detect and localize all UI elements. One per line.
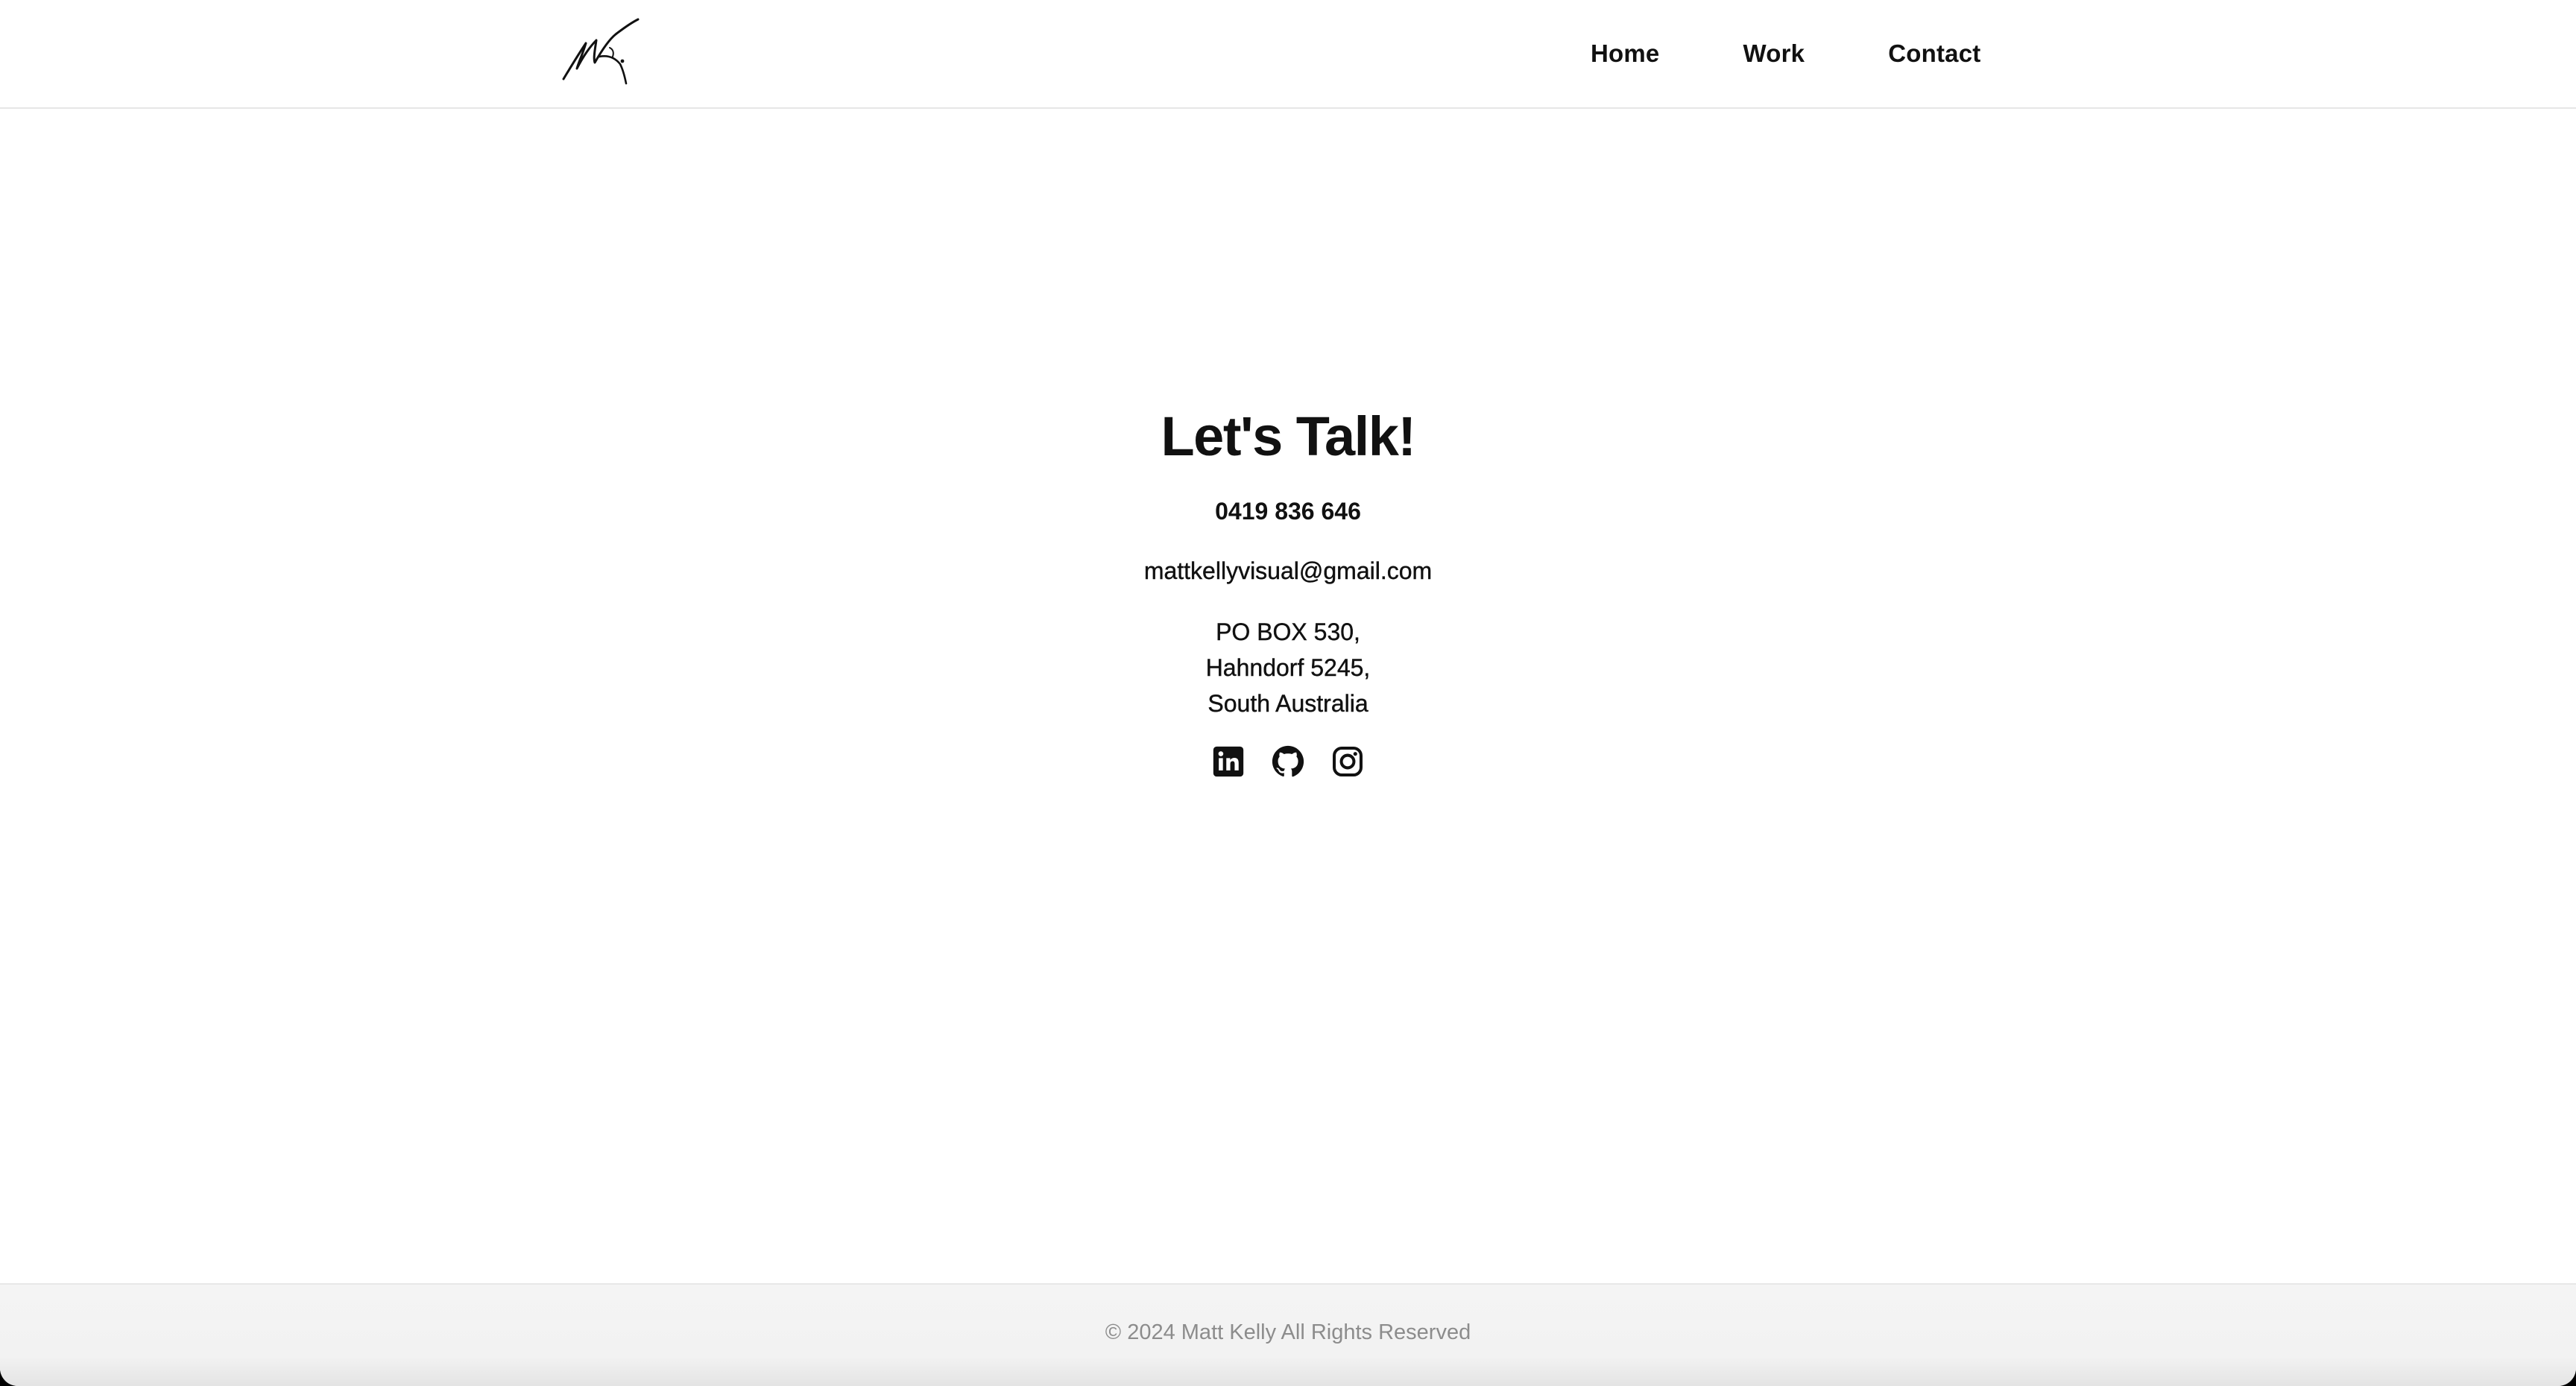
browser-viewport: Home Work Contact Let's Talk! 0419 836 6… (0, 0, 2576, 1386)
signature-logo-icon (562, 18, 640, 85)
copyright-text: © 2024 Matt Kelly All Rights Reserved (1105, 1320, 1471, 1344)
address-line: Hahndorf 5245, (1205, 654, 1371, 681)
email-link[interactable]: mattkellyvisual@gmail.com (0, 554, 2576, 587)
nav-work-link[interactable]: Work (1743, 39, 1805, 68)
main-nav: Home Work Contact (1591, 0, 1980, 107)
github-icon (1272, 745, 1304, 777)
instagram-icon (1333, 747, 1363, 776)
social-links (0, 744, 2576, 779)
postal-address: PO BOX 530, Hahndorf 5245, South Austral… (0, 614, 2576, 721)
github-link[interactable] (1272, 745, 1304, 778)
page: Home Work Contact Let's Talk! 0419 836 6… (0, 0, 2576, 1386)
nav-home-link[interactable]: Home (1591, 39, 1660, 68)
nav-contact-link[interactable]: Contact (1888, 39, 1980, 68)
address-line: PO BOX 530, (1216, 618, 1360, 645)
site-header: Home Work Contact (0, 0, 2576, 109)
signature-logo[interactable] (561, 18, 643, 86)
address-line: South Australia (1208, 690, 1368, 717)
contact-section: Let's Talk! 0419 836 646 mattkellyvisual… (0, 399, 2576, 779)
instagram-link[interactable] (1331, 745, 1364, 778)
phone-link[interactable]: 0419 836 646 (0, 495, 2576, 528)
linkedin-link[interactable] (1212, 745, 1245, 778)
page-title: Let's Talk! (1161, 405, 1416, 467)
linkedin-icon (1213, 746, 1244, 777)
site-footer: © 2024 Matt Kelly All Rights Reserved (0, 1283, 2576, 1386)
